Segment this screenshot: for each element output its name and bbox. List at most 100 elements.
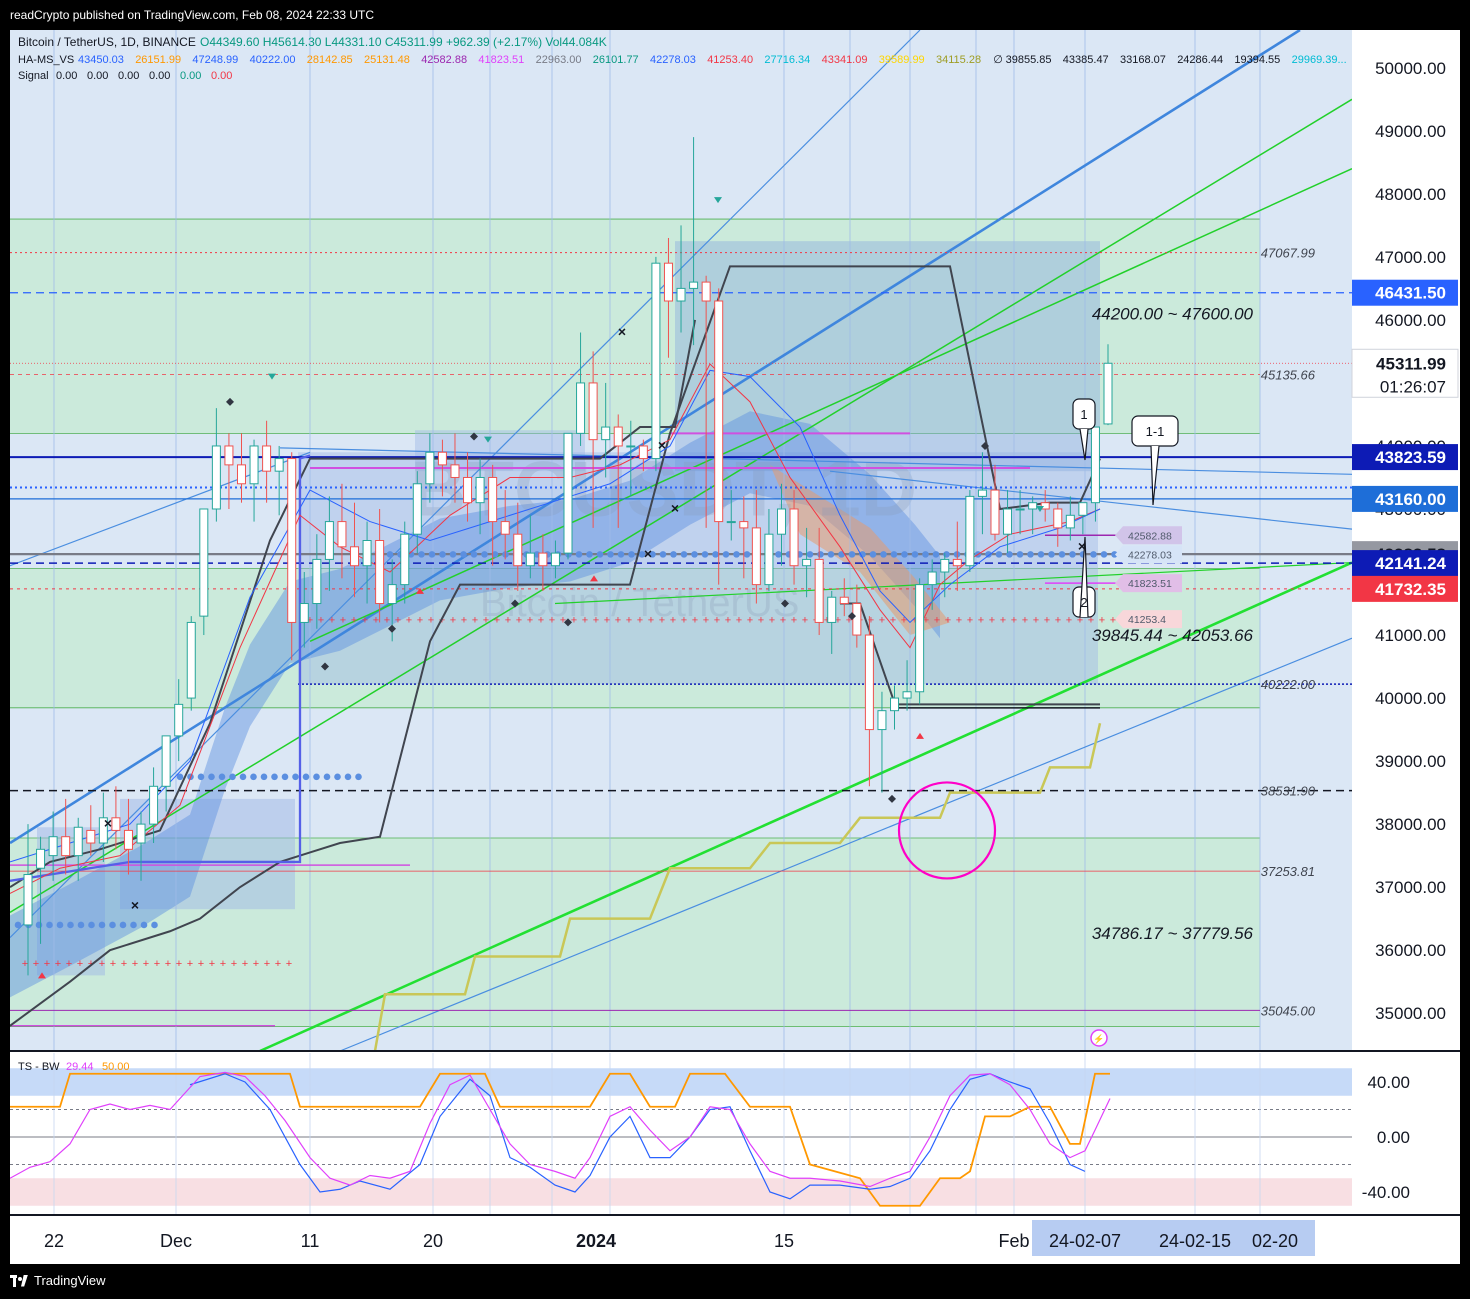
candle-body[interactable] xyxy=(199,508,209,617)
candle-body[interactable] xyxy=(400,533,410,586)
candle-body[interactable] xyxy=(563,432,573,554)
candle-body[interactable] xyxy=(312,558,322,605)
candle-body[interactable] xyxy=(224,445,234,466)
candle-body[interactable] xyxy=(726,521,736,524)
candle-body[interactable] xyxy=(902,691,912,699)
candle-body[interactable] xyxy=(149,785,159,825)
candle-body[interactable] xyxy=(475,476,485,504)
red-plus-marker: + xyxy=(736,614,742,626)
candle-body[interactable] xyxy=(940,558,950,573)
candle-body[interactable] xyxy=(990,489,1000,535)
candle-body[interactable] xyxy=(588,382,598,441)
candle-body[interactable] xyxy=(287,458,297,623)
candle-body[interactable] xyxy=(437,451,447,466)
candle-body[interactable] xyxy=(1015,508,1025,511)
candle-body[interactable] xyxy=(211,445,221,510)
candle-body[interactable] xyxy=(299,603,309,623)
candle-body[interactable] xyxy=(48,836,58,857)
candle-body[interactable] xyxy=(412,483,422,535)
candle-body[interactable] xyxy=(375,540,385,605)
candle-body[interactable] xyxy=(463,476,473,504)
candle-body[interactable] xyxy=(61,836,71,857)
red-plus-marker: + xyxy=(538,614,544,626)
candle-body[interactable] xyxy=(890,697,900,712)
candle-body[interactable] xyxy=(161,735,171,787)
candle-body[interactable] xyxy=(714,300,724,523)
blue-dot-marker xyxy=(943,551,950,558)
candle-body[interactable] xyxy=(73,826,83,857)
candle-body[interactable] xyxy=(864,634,874,731)
candle-body[interactable] xyxy=(174,703,184,737)
candle-body[interactable] xyxy=(814,558,824,623)
candle-body[interactable] xyxy=(927,571,937,586)
candle-body[interactable] xyxy=(123,829,133,850)
red-plus-marker: + xyxy=(692,614,698,626)
candle-body[interactable] xyxy=(262,445,272,472)
candle-body[interactable] xyxy=(186,621,196,699)
time-axis-label: 22 xyxy=(44,1231,64,1251)
candle-body[interactable] xyxy=(701,281,711,302)
blue-dot-marker xyxy=(313,773,320,781)
red-plus-marker: + xyxy=(780,614,786,626)
candle-body[interactable] xyxy=(249,445,259,485)
candle-body[interactable] xyxy=(538,552,548,567)
candle-body[interactable] xyxy=(1028,502,1038,510)
candle-body[interactable] xyxy=(350,546,360,567)
candle-body[interactable] xyxy=(1065,514,1075,529)
candle-body[interactable] xyxy=(915,584,925,693)
candle-body[interactable] xyxy=(337,521,347,548)
legend-signal-value: 0.00 xyxy=(56,70,77,82)
candle-body[interactable] xyxy=(663,262,673,302)
candle-body[interactable] xyxy=(525,552,535,567)
candle-body[interactable] xyxy=(387,584,397,605)
candle-body[interactable] xyxy=(1053,508,1063,529)
candle-body[interactable] xyxy=(362,540,372,567)
candle-body[interactable] xyxy=(952,558,962,567)
candle-body[interactable] xyxy=(136,823,146,844)
candle-body[interactable] xyxy=(1090,426,1100,504)
candle-body[interactable] xyxy=(751,527,761,586)
candle-body[interactable] xyxy=(802,558,812,567)
candle-body[interactable] xyxy=(23,874,33,926)
candle-body[interactable] xyxy=(576,382,586,434)
candle-body[interactable] xyxy=(111,817,121,831)
candle-body[interactable] xyxy=(827,596,837,623)
candle-body[interactable] xyxy=(36,848,46,869)
candle-body[interactable] xyxy=(500,521,510,535)
blue-dot-marker xyxy=(1016,551,1024,558)
tradingview-logo[interactable]: TradingView xyxy=(10,1273,106,1288)
candle-body[interactable] xyxy=(965,495,975,567)
candle-body[interactable] xyxy=(789,508,799,567)
red-plus-marker: + xyxy=(121,958,127,970)
price-chart[interactable]: BTCUSDT, 1DBitcoin / TetherUS+ + + + + + + + + + +… xyxy=(10,30,1460,1264)
candle-body[interactable] xyxy=(513,533,523,567)
candle-body[interactable] xyxy=(877,710,887,731)
candle-body[interactable] xyxy=(776,508,786,535)
candle-body[interactable] xyxy=(839,596,849,605)
candle-body[interactable] xyxy=(626,445,636,448)
candle-body[interactable] xyxy=(488,476,498,523)
candle-body[interactable] xyxy=(236,464,246,485)
blue-dot-marker xyxy=(98,921,106,929)
candle-body[interactable] xyxy=(274,458,284,472)
legend-hams-value: 19394.55 xyxy=(1234,54,1280,66)
candle-body[interactable] xyxy=(676,287,686,302)
candle-body[interactable] xyxy=(651,262,661,460)
candle-body[interactable] xyxy=(1078,502,1088,516)
candle-body[interactable] xyxy=(613,426,623,447)
candle-body[interactable] xyxy=(450,464,460,478)
candle-body[interactable] xyxy=(852,603,862,636)
value-pill-label: 42582.88 xyxy=(1128,530,1172,542)
candle-body[interactable] xyxy=(638,445,648,460)
candle-body[interactable] xyxy=(601,426,611,441)
candle-body[interactable] xyxy=(425,451,435,485)
candle-body[interactable] xyxy=(977,489,987,497)
candle-body[interactable] xyxy=(1003,508,1013,535)
candle-body[interactable] xyxy=(324,521,334,560)
candle-body[interactable] xyxy=(739,521,749,529)
candle-body[interactable] xyxy=(1103,362,1113,425)
candle-body[interactable] xyxy=(764,533,774,586)
candle-body[interactable] xyxy=(689,281,699,289)
candle-body[interactable] xyxy=(86,829,96,844)
candle-body[interactable] xyxy=(550,552,560,567)
